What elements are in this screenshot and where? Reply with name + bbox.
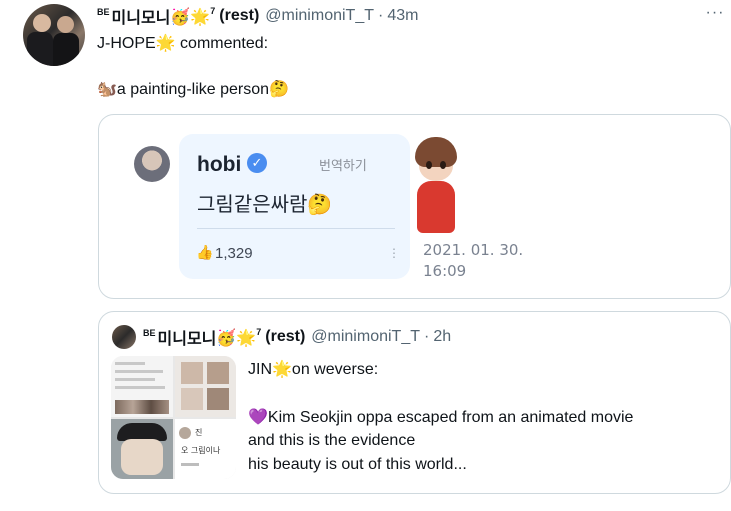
star-icon: 🌟	[155, 33, 176, 52]
separator-dot: ·	[423, 328, 430, 345]
hobi-avatar	[134, 146, 170, 182]
bubble-divider	[197, 228, 395, 229]
quoted-line2-text: Kim Seokjin oppa escaped from an animate…	[267, 409, 634, 426]
tweet-time[interactable]: 43m	[387, 7, 418, 25]
quoted-media-grid: 진 오 그림이나	[111, 356, 236, 479]
tile-username: 진	[195, 428, 203, 437]
superscript-seven: 7	[256, 327, 262, 337]
be-tag: BE	[143, 328, 156, 338]
quoted-media-tile	[111, 356, 173, 417]
comment-korean: 그림같은싸람	[197, 192, 308, 216]
name-suffix: (rest)	[265, 328, 306, 345]
quoted-tweet-time: 2h	[433, 328, 452, 345]
line1-suffix: commented:	[180, 35, 269, 52]
comment-date: 2021. 01. 30. 16:09	[423, 240, 523, 282]
more-options-icon[interactable]: ···	[703, 4, 727, 22]
squirrel-icon: 🐿️	[97, 79, 117, 98]
thinking-face-icon: 🤔	[269, 79, 289, 98]
quoted-author-handle: @minimoniT_T	[311, 328, 420, 345]
quoted-media-tile: 진 오 그림이나	[175, 419, 236, 479]
display-name[interactable]: 미니모니	[112, 4, 171, 28]
superscript-seven: 7	[210, 6, 216, 16]
quoted-author-avatar	[112, 325, 136, 349]
comment-date-day: 2021. 01. 30.	[423, 241, 524, 259]
name-suffix: (rest)	[219, 7, 260, 24]
party-face-icon: 🥳	[170, 6, 191, 26]
comment-username: hobi	[197, 153, 242, 176]
star-icon: 🌟	[236, 327, 257, 347]
star-icon: 🌟	[190, 6, 211, 26]
thumbs-up-icon: 👍	[196, 245, 214, 261]
vertical-dots-icon: ⋮	[388, 246, 400, 260]
quoted-media-tile	[175, 356, 236, 417]
quoted-line-2: 💜Kim Seokjin oppa escaped from an animat…	[248, 405, 633, 430]
star-icon: 🌟	[272, 359, 292, 378]
line1-prefix: J-HOPE	[97, 35, 156, 52]
quoted-display-name: 미니모니	[157, 331, 217, 348]
line2-text: a painting-like person	[116, 81, 270, 98]
party-face-icon: 🥳	[216, 327, 237, 347]
purple-heart-icon: 💜	[248, 407, 268, 426]
comment-date-time: 16:09	[423, 262, 467, 280]
like-count: 1,329	[215, 245, 253, 262]
comment-text: 그림같은싸람🤔	[197, 188, 332, 217]
quoted-tweet-header: BE 미니모니 🥳 🌟 7 (rest) @minimoniT_T · 2h	[143, 326, 451, 348]
tweet-line-1: J-HOPE🌟 commented:	[97, 33, 268, 54]
separator-dot: ·	[377, 7, 384, 24]
tweet-header: BE 미니모니 🥳 🌟 7 (rest) @minimoniT_T · 43m	[97, 5, 418, 27]
quoted-line-1: JIN🌟on weverse:	[248, 357, 378, 382]
translate-label: 번역하기	[319, 159, 367, 174]
author-handle[interactable]: @minimoniT_T	[265, 7, 374, 25]
tweet-line-2: 🐿️a painting-like person🤔	[97, 79, 289, 100]
quoted-line-4: his beauty is out of this world...	[248, 456, 467, 473]
quoted-media-tile	[111, 419, 173, 479]
quoted-line1-prefix: JIN	[248, 361, 272, 378]
be-tag: BE	[97, 7, 110, 17]
author-avatar[interactable]	[23, 4, 85, 66]
quoted-line-3: and this is the evidence	[248, 432, 416, 449]
quoted-line1-suffix: on weverse:	[291, 361, 379, 378]
verified-badge-icon: ✓	[247, 153, 267, 173]
thinking-face-icon: 🤔	[307, 192, 333, 216]
chibi-character-image	[413, 137, 459, 235]
tile-comment: 오 그림이나	[181, 446, 221, 455]
